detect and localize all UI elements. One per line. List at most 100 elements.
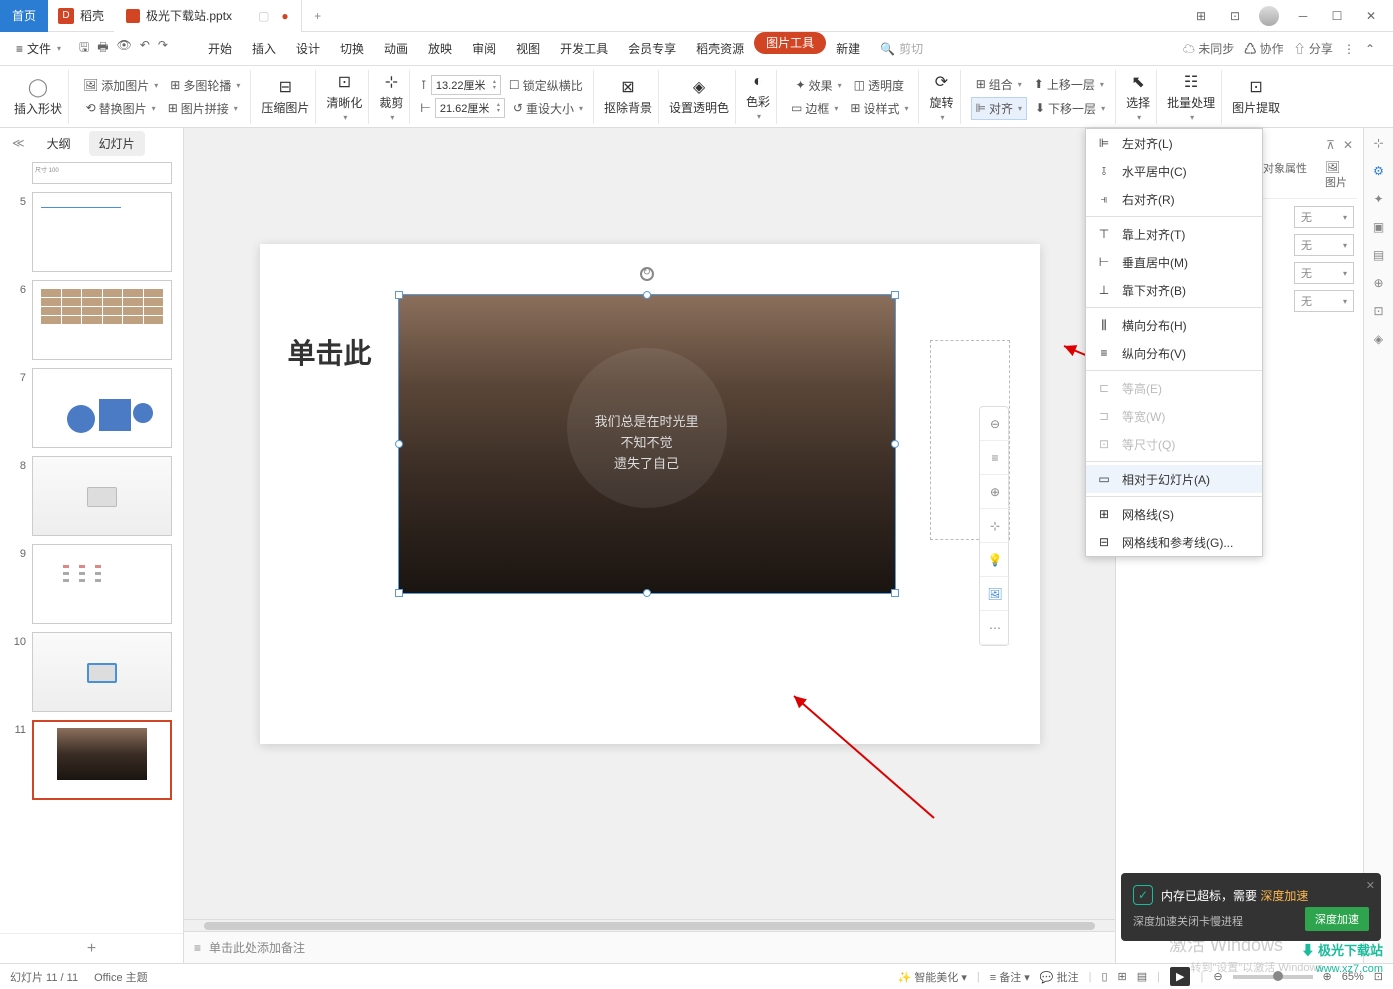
width-input[interactable]: 13.22厘米▴▾ [431,75,501,95]
save-icon[interactable]: 🖫 [79,38,89,59]
obj-attr-tab[interactable]: 对象属性 [1263,160,1307,190]
apps-icon[interactable]: ⊡ [1221,4,1249,28]
move-down-button[interactable]: ⬇下移一层▾ [1031,98,1109,119]
horizontal-scrollbar[interactable] [184,919,1115,931]
outline-tab[interactable]: 大纲 [37,131,81,156]
sb-icon-2[interactable]: ⚙ [1373,164,1384,178]
handle-sw[interactable] [395,589,403,597]
slides-tab[interactable]: 幻灯片 [89,131,145,156]
tab-dev[interactable]: 开发工具 [550,32,618,66]
effect-button[interactable]: ✦效果▾ [792,75,846,96]
align-left[interactable]: ⊫左对齐(L) [1086,129,1262,157]
sb-icon-1[interactable]: ⊹ [1373,136,1383,150]
sb-icon-7[interactable]: ⊡ [1373,304,1383,318]
handle-w[interactable] [395,440,403,448]
tab-resource[interactable]: 稻壳资源 [686,32,754,66]
tab-insert[interactable]: 插入 [242,32,286,66]
align-top[interactable]: ⊤靠上对齐(T) [1086,220,1262,248]
rotation-handle[interactable] [640,267,654,281]
border-button[interactable]: ▭边框▾ [787,98,842,119]
dist-v[interactable]: ≡纵向分布(V) [1086,339,1262,367]
sb-icon-5[interactable]: ▤ [1373,248,1384,262]
tab-new[interactable]: 新建 [826,32,870,66]
height-input[interactable]: 21.62厘米▴▾ [435,98,505,118]
panel-icon[interactable]: ⊞ [1187,4,1215,28]
slide-thumb-6[interactable]: 6 [8,280,175,360]
notif-action-button[interactable]: 深度加速 [1305,907,1369,931]
prop-select-2[interactable]: 无▾ [1294,234,1354,256]
transparency-button[interactable]: ◫透明度 [850,75,908,96]
tab-start[interactable]: 开始 [198,32,242,66]
more-float-icon[interactable]: ⋯ [980,611,1010,645]
handle-nw[interactable] [395,291,403,299]
prop-select-1[interactable]: 无▾ [1294,206,1354,228]
align-right[interactable]: ⫣右对齐(R) [1086,185,1262,213]
handle-se[interactable] [891,589,899,597]
minimize-button[interactable]: ─ [1289,4,1317,28]
view-reading-icon[interactable]: ▤ [1137,970,1147,983]
image-tab[interactable]: 🖼图片 [1325,160,1347,190]
tab-file[interactable]: 极光下载站.pptx ▢ ● [114,0,302,32]
align-bottom[interactable]: ⊥靠下对齐(B) [1086,276,1262,304]
slide-thumb-9[interactable]: 9 [8,544,175,624]
slide-canvas[interactable]: 单击此 我们总是在时光里 不知不觉 遗失了自己 [260,244,1040,744]
handle-n[interactable] [643,291,651,299]
clarity-button[interactable]: ⊡清晰化▾ [326,72,362,122]
slide-thumb-5[interactable]: 5 [8,192,175,272]
undo-icon[interactable]: ↶ [140,38,150,59]
file-menu[interactable]: ≡ 文件 ▾ [8,40,69,57]
canvas-scroll[interactable]: 单击此 我们总是在时光里 不知不觉 遗失了自己 [184,128,1115,919]
slide-thumb-7[interactable]: 7 [8,368,175,448]
comment-button[interactable]: 💬 批注 [1040,969,1079,985]
preview-icon[interactable]: 👁 [117,38,132,59]
prop-select-4[interactable]: 无▾ [1294,290,1354,312]
tab-daoke[interactable]: D 稻壳 [48,0,114,32]
collapse-ribbon-icon[interactable]: ⌃ [1365,42,1375,56]
tab-picture-tools[interactable]: 图片工具 [754,32,826,54]
tab-transition[interactable]: 切换 [330,32,374,66]
gridlines[interactable]: ⊞网格线(S) [1086,500,1262,528]
rel-slide[interactable]: ▭相对于幻灯片(A) [1086,465,1262,493]
multi-outline-button[interactable]: ⊞多图轮播▾ [166,75,244,96]
hscroll-thumb[interactable] [204,922,1095,930]
slide-thumb-8[interactable]: 8 [8,456,175,536]
zoom-out-icon[interactable]: ⊖ [980,407,1010,441]
set-style-button[interactable]: ⊞设样式▾ [846,98,912,119]
handle-ne[interactable] [891,291,899,299]
tab-slideshow[interactable]: 放映 [418,32,462,66]
batch-button[interactable]: ☷批量处理▾ [1167,72,1215,122]
tab-add[interactable]: + [302,0,334,32]
crop-float-icon[interactable]: ⊹ [980,509,1010,543]
redo-icon[interactable]: ↷ [158,38,168,59]
maximize-button[interactable]: ☐ [1323,4,1351,28]
avatar-icon[interactable] [1255,4,1283,28]
image-tools-icon[interactable]: 🖼 [980,577,1010,611]
slides-list[interactable]: 尺寸 100 5 6 7 8 9 10 11 [0,158,183,933]
layers-icon[interactable]: ≡ [980,441,1010,475]
extract-button[interactable]: ⊡图片提取 [1232,77,1280,116]
crop-button[interactable]: ⊹裁剪▾ [379,72,403,122]
coop-button[interactable]: ♺ 协作 [1244,40,1283,57]
lock-ratio-check[interactable]: ☐ 锁定纵横比 [505,75,587,96]
handle-s[interactable] [643,589,651,597]
view-sorter-icon[interactable]: ⊞ [1118,970,1127,983]
tab-design[interactable]: 设计 [286,32,330,66]
pin-icon[interactable]: ⊼ [1326,138,1335,152]
slide-thumb-4[interactable]: 尺寸 100 [8,162,175,184]
slide-thumb-10[interactable]: 10 [8,632,175,712]
tab-animation[interactable]: 动画 [374,32,418,66]
notif-close-icon[interactable]: ✕ [1366,879,1375,892]
play-button[interactable]: ▶ [1170,967,1190,986]
rotate-button[interactable]: ⟳旋转▾ [929,72,953,122]
handle-e[interactable] [891,440,899,448]
tab-home[interactable]: 首页 [0,0,48,32]
close-panel-icon[interactable]: ✕ [1343,138,1353,152]
color-button[interactable]: ◐色彩▾ [746,73,770,121]
title-placeholder[interactable]: 单击此 [288,332,372,372]
image-splice-button[interactable]: ⊞图片拼接▾ [164,98,242,119]
notes-bar[interactable]: ≡ 单击此处添加备注 [184,931,1115,963]
group-button[interactable]: ⊞组合▾ [972,74,1026,95]
prop-select-3[interactable]: 无▾ [1294,262,1354,284]
replace-image-button[interactable]: ⟲替换图片▾ [82,98,160,119]
more-icon[interactable]: ⋮ [1343,42,1355,56]
